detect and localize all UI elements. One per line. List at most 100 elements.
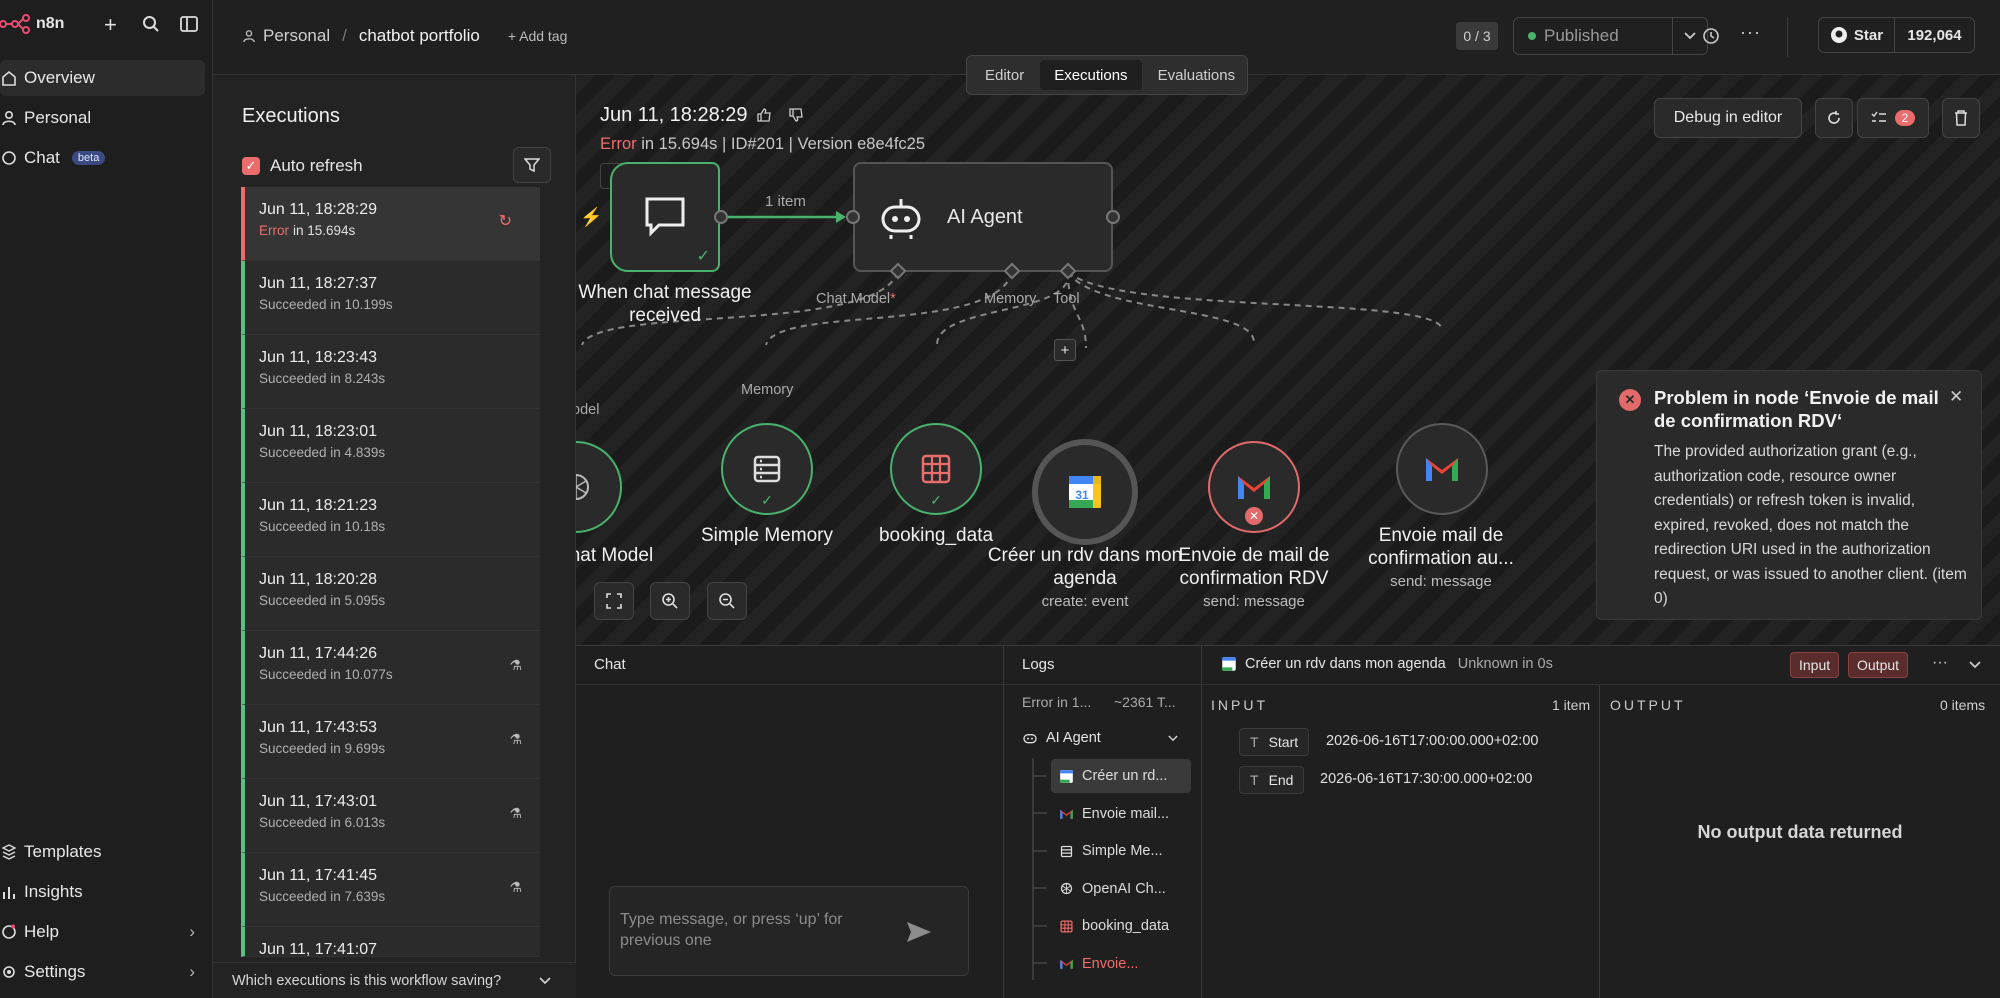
filter-button[interactable] xyxy=(513,147,551,183)
add-icon[interactable]: + xyxy=(104,12,117,38)
log-item[interactable]: Simple Me... xyxy=(1051,834,1191,868)
n8n-logo-icon xyxy=(0,14,30,34)
tab-editor[interactable]: Editor xyxy=(971,60,1038,90)
sidebar-item-overview[interactable]: Overview xyxy=(0,60,205,96)
sidebar-item-settings[interactable]: Settings › xyxy=(0,954,205,990)
execution-row[interactable]: Jun 11, 18:28:29 ↻ Error in 15.694s xyxy=(241,187,540,261)
auto-refresh-toggle[interactable]: ✓ Auto refresh xyxy=(242,156,363,176)
flask-icon[interactable]: ⚗ xyxy=(509,879,522,896)
close-icon[interactable]: ✕ xyxy=(1949,387,1963,407)
output-section-label: OUTPUT xyxy=(1610,697,1686,713)
chevron-right-icon: › xyxy=(189,962,195,981)
execution-row[interactable]: Jun 11, 18:20:28 Succeeded in 5.095s xyxy=(241,557,540,631)
workflow-canvas[interactable]: Jun 11, 18:28:29 Error in 15.694s | ID#2… xyxy=(576,75,2000,645)
booking-data-node[interactable]: ✓ xyxy=(890,423,982,515)
calendar-node[interactable]: 31 xyxy=(1032,439,1138,545)
counter-badge: 0 / 3 xyxy=(1456,22,1498,50)
input-toggle-button[interactable]: Input xyxy=(1790,652,1840,678)
send-icon[interactable] xyxy=(906,921,932,943)
error-toast-title: Problem in node ‘Envoie de mail de confi… xyxy=(1654,387,1939,431)
checkbox-checked-icon[interactable]: ✓ xyxy=(242,157,260,175)
breadcrumb-personal[interactable]: Personal xyxy=(263,26,330,46)
sidebar-item-personal[interactable]: Personal xyxy=(0,100,205,136)
execution-status: Succeeded in 8.243s xyxy=(259,371,386,386)
zoom-in-button[interactable] xyxy=(650,582,690,620)
execution-status: Succeeded in 10.077s xyxy=(259,667,393,682)
fit-view-button[interactable] xyxy=(594,582,634,620)
tab-evaluations[interactable]: Evaluations xyxy=(1144,60,1250,90)
mail-confirmation-node[interactable]: ✕ xyxy=(1208,441,1300,533)
flask-icon[interactable]: ⚗ xyxy=(509,731,522,748)
retry-icon[interactable]: ↻ xyxy=(499,211,512,231)
sidebar-item-help[interactable]: Help › xyxy=(0,914,205,950)
thumbs-up-icon[interactable] xyxy=(756,107,772,123)
add-tool-button[interactable]: + xyxy=(1054,339,1076,361)
published-button[interactable]: Published xyxy=(1513,17,1673,55)
execution-row[interactable]: Jun 11, 17:41:07 xyxy=(241,927,540,958)
execution-row[interactable]: Jun 11, 17:43:01 Succeeded in 6.013s ⚗ xyxy=(241,779,540,853)
execution-row[interactable]: Jun 11, 18:23:43 Succeeded in 8.243s xyxy=(241,335,540,409)
openai-icon xyxy=(576,474,589,500)
chat-model-label: Chat Model xyxy=(576,545,654,566)
execution-row[interactable]: Jun 11, 18:23:01 Succeeded in 4.839s xyxy=(241,409,540,483)
output-toggle-button[interactable]: Output xyxy=(1848,652,1909,678)
ai-agent-node[interactable]: AI Agent xyxy=(853,162,1113,272)
sidebar-item-insights[interactable]: Insights xyxy=(0,874,205,910)
saving-settings-link[interactable]: Which executions is this workflow saving… xyxy=(213,962,576,998)
execution-row[interactable]: Jun 11, 18:21:23 Succeeded in 10.18s xyxy=(241,483,540,557)
auto-refresh-label: Auto refresh xyxy=(270,156,363,175)
search-icon[interactable] xyxy=(142,15,160,33)
execution-row[interactable]: Jun 11, 17:44:26 Succeeded in 10.077s ⚗ xyxy=(241,631,540,705)
input-port[interactable] xyxy=(846,210,860,224)
flask-icon[interactable]: ⚗ xyxy=(509,657,522,674)
output-port[interactable] xyxy=(1106,210,1120,224)
log-item[interactable]: OpenAI Ch... xyxy=(1051,872,1191,906)
chevron-down-icon[interactable] xyxy=(1969,661,1981,669)
execution-row[interactable]: Jun 11, 18:27:37 Succeeded in 10.199s xyxy=(241,261,540,335)
history-icon[interactable] xyxy=(1702,27,1720,45)
mail-confirmation-subtitle: send: message xyxy=(1203,593,1305,610)
github-star-count[interactable]: 192,064 xyxy=(1894,17,1975,53)
mail-confirmation-2-node[interactable] xyxy=(1396,423,1488,515)
github-star-button[interactable]: Star xyxy=(1818,17,1895,53)
zoom-out-button[interactable] xyxy=(707,582,747,620)
more-options-icon[interactable]: ··· xyxy=(1740,22,1761,43)
log-item[interactable]: Envoie... xyxy=(1051,947,1191,981)
execution-row[interactable]: Jun 11, 17:41:45 Succeeded in 7.639s ⚗ xyxy=(241,853,540,927)
thumbs-down-icon[interactable] xyxy=(788,107,804,123)
retry-button[interactable] xyxy=(1815,98,1853,138)
mail-confirmation-label: Envoie de mail de confirmation RDV xyxy=(1178,545,1330,589)
flask-icon[interactable]: ⚗ xyxy=(509,805,522,822)
workflow-name[interactable]: chatbot portfolio xyxy=(359,26,480,46)
log-item[interactable]: Créer un rd... xyxy=(1051,759,1191,793)
beta-badge: beta xyxy=(71,151,106,165)
delete-execution-button[interactable] xyxy=(1942,98,1980,138)
issues-button[interactable]: 2 xyxy=(1857,98,1929,138)
calendar-node-label: Créer un rdv dans mon agenda xyxy=(987,545,1183,589)
field-name-chip[interactable]: T Start xyxy=(1239,728,1310,756)
field-name-chip[interactable]: T End xyxy=(1239,766,1305,794)
log-item[interactable]: booking_data xyxy=(1051,909,1191,943)
trigger-node[interactable]: ✓ xyxy=(610,162,720,272)
output-port[interactable] xyxy=(714,210,728,224)
collapse-sidebar-icon[interactable] xyxy=(180,15,198,33)
debug-in-editor-button[interactable]: Debug in editor xyxy=(1654,98,1802,138)
execution-date: Jun 11, 17:43:53 xyxy=(259,719,378,736)
tab-executions[interactable]: Executions xyxy=(1040,60,1142,90)
simple-memory-node[interactable]: ✓ xyxy=(721,423,813,515)
add-tag-link[interactable]: + Add tag xyxy=(508,28,568,44)
n8n-logo[interactable]: n8n xyxy=(0,12,64,36)
more-options-icon[interactable]: ··· xyxy=(1932,654,1948,672)
chat-input[interactable]: Type message, or press ‘up’ for previous… xyxy=(609,886,969,976)
sidebar-item-chat[interactable]: Chat beta xyxy=(0,140,205,176)
trash-icon xyxy=(1955,110,1967,126)
sidebar-item-templates[interactable]: Templates xyxy=(0,834,205,870)
chat-panel-title: Chat xyxy=(594,656,626,673)
log-item[interactable]: Envoie mail... xyxy=(1051,797,1191,831)
breadcrumb-separator: / xyxy=(342,26,347,45)
zoom-out-icon xyxy=(719,593,735,609)
logs-tokens: ~2361 T... xyxy=(1114,694,1176,710)
execution-row[interactable]: Jun 11, 17:43:53 Succeeded in 9.699s ⚗ xyxy=(241,705,540,779)
log-root-agent[interactable]: AI Agent xyxy=(1022,730,1178,746)
sidebar-label: Settings xyxy=(24,962,86,981)
